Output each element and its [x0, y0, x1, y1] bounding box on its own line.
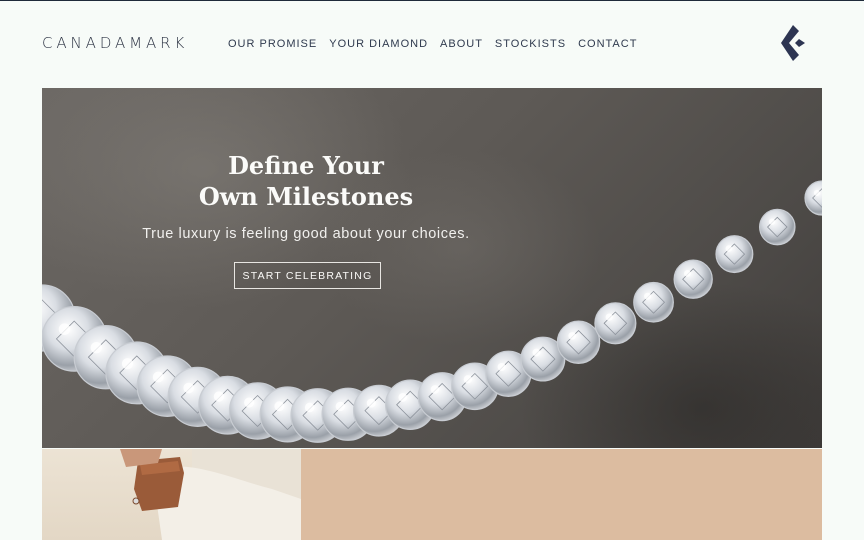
diamond-stone: [673, 259, 713, 299]
start-celebrating-button[interactable]: START CELEBRATING: [234, 262, 381, 289]
beige-color-panel: [301, 449, 822, 540]
main-nav: OUR PROMISE YOUR DIAMOND ABOUT STOCKISTS…: [228, 37, 637, 51]
hero-title-line-2: Own Milestones: [198, 182, 414, 211]
nav-our-promise[interactable]: OUR PROMISE: [228, 37, 317, 51]
hero-title-line-1: Define Your: [228, 151, 384, 180]
site-header: CANADAMARK OUR PROMISE YOUR DIAMOND ABOU…: [0, 0, 864, 88]
diamond-stone: [556, 320, 601, 365]
chevron-diamond-logo-icon[interactable]: [778, 24, 808, 62]
diamond-stone: [594, 302, 637, 345]
nav-your-diamond[interactable]: YOUR DIAMOND: [329, 37, 428, 51]
diamond-stone: [804, 180, 822, 216]
nav-contact[interactable]: CONTACT: [578, 37, 637, 51]
diamond-stone: [758, 208, 796, 246]
diamond-stone: [633, 281, 674, 323]
clutch-photo-art: [120, 449, 301, 540]
hero-subtitle: True luxury is feeling good about your c…: [142, 226, 470, 242]
hero-banner: Define Your Own Milestones True luxury i…: [42, 88, 822, 448]
clutch-photo: [42, 449, 301, 540]
diamond-necklace-image: [42, 180, 822, 443]
diamond-stone: [715, 235, 754, 274]
canadamark-logo[interactable]: CANADAMARK: [42, 34, 188, 52]
hero-title: Define Your Own Milestones: [146, 150, 466, 212]
nav-about[interactable]: ABOUT: [440, 37, 483, 51]
nav-stockists[interactable]: STOCKISTS: [495, 37, 566, 51]
